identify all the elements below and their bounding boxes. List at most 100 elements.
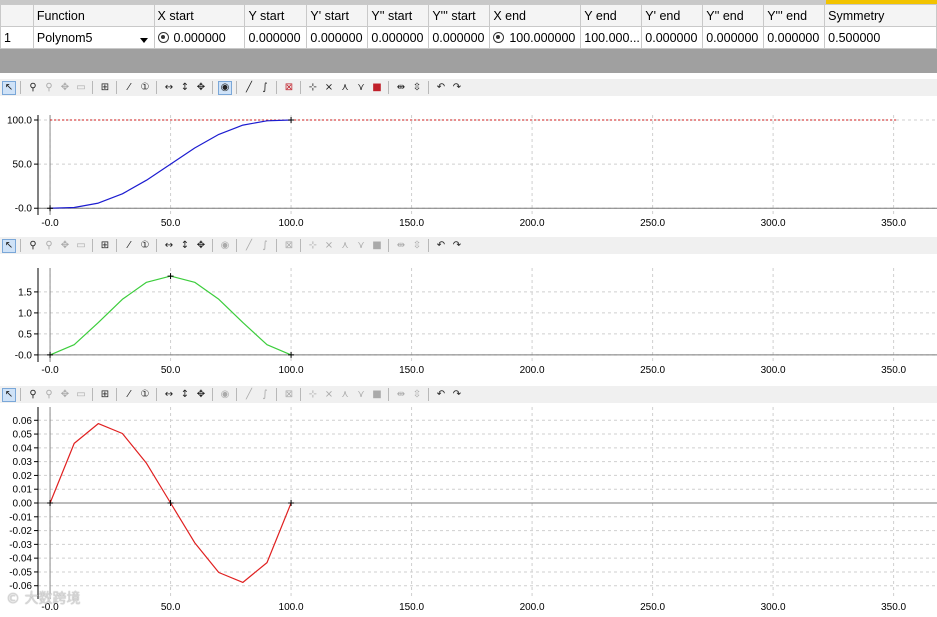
zoom-box-icon[interactable]: ▭ [74,239,88,253]
horizontal-arrows-icon[interactable]: ↔ [162,239,176,253]
move-icon[interactable]: ✥ [194,81,208,95]
y1-start-cell[interactable]: 0.000000 [306,26,369,49]
grid-icon[interactable]: ⊞ [98,239,112,253]
point-icon[interactable]: ◉ [218,239,232,253]
vertical-tangent-icon[interactable]: ⋎ [354,388,368,402]
horizontal-arrows-icon[interactable]: ↔ [162,81,176,95]
col-header-x-end[interactable]: X end [489,4,582,27]
info-icon[interactable]: ① [138,239,152,253]
stop-icon[interactable]: ■ [370,81,384,95]
grid-icon[interactable]: ⊞ [98,81,112,95]
undo-icon[interactable]: ↶ [434,388,448,402]
redo-icon[interactable]: ↷ [450,388,464,402]
expand-icon[interactable]: ⇹ [394,239,408,253]
redo-icon[interactable]: ↷ [450,81,464,95]
split-icon[interactable]: ⊹ [306,388,320,402]
gear-icon[interactable] [157,31,169,43]
line-segment-icon[interactable]: ╱ [242,81,256,95]
draw-line-icon[interactable]: ⁄ [122,239,136,253]
col-header-y1-start[interactable]: Y' start [306,4,369,27]
col-header-y3-end[interactable]: Y''' end [763,4,826,27]
y-start-cell[interactable]: 0.000000 [244,26,308,49]
undo-icon[interactable]: ↶ [434,239,448,253]
curve-icon[interactable]: ∫ [258,81,272,95]
zoom-box-icon[interactable]: ▭ [74,388,88,402]
velocity-chart[interactable]: -0.0 50.0 100.0 150.0 200.0 250.0 300.0 350.0 -0… [0,255,937,381]
pan-icon[interactable]: ✥ [58,239,72,253]
col-header-y2-end[interactable]: Y'' end [702,4,765,27]
zoom-in-icon[interactable]: ⚲ [26,388,40,402]
zoom-out-icon[interactable]: ⚲ [42,81,56,95]
col-header-index[interactable] [0,4,34,27]
col-header-symmetry[interactable]: Symmetry [824,4,937,27]
collapse-icon[interactable]: ⇳ [410,388,424,402]
join-icon[interactable]: ⨯ [322,81,336,95]
branch-icon[interactable]: ⋏ [338,388,352,402]
info-icon[interactable]: ① [138,388,152,402]
pointer-icon[interactable]: ↖ [2,80,16,95]
zoom-box-icon[interactable]: ▭ [74,81,88,95]
zoom-out-icon[interactable]: ⚲ [42,239,56,253]
function-select-cell[interactable]: Polynom5 [32,26,155,49]
expand-icon[interactable]: ⇹ [394,388,408,402]
point-icon[interactable]: ◉ [218,80,232,95]
redo-icon[interactable]: ↷ [450,239,464,253]
move-icon[interactable]: ✥ [194,388,208,402]
vertical-arrows-icon[interactable]: ↕ [178,388,192,402]
zoom-out-icon[interactable]: ⚲ [42,388,56,402]
y3-start-cell[interactable]: 0.000000 [428,26,491,49]
table-row[interactable]: 1 Polynom5 0.000000 0.000000 0.000000 0.… [0,26,937,49]
branch-icon[interactable]: ⋏ [338,239,352,253]
grid-icon[interactable]: ⊞ [98,388,112,402]
pointer-icon[interactable]: ↖ [2,387,16,402]
col-header-x-start[interactable]: X start [153,4,246,27]
vertical-arrows-icon[interactable]: ↕ [178,239,192,253]
horizontal-arrows-icon[interactable]: ↔ [162,388,176,402]
line-segment-icon[interactable]: ╱ [242,388,256,402]
delete-icon[interactable]: ⊠ [282,388,296,402]
branch-icon[interactable]: ⋏ [338,81,352,95]
undo-icon[interactable]: ↶ [434,81,448,95]
collapse-icon[interactable]: ⇳ [410,81,424,95]
draw-line-icon[interactable]: ⁄ [122,388,136,402]
chevron-down-icon[interactable] [139,35,149,45]
join-icon[interactable]: ⨯ [322,388,336,402]
split-icon[interactable]: ⊹ [306,81,320,95]
y3-end-cell[interactable]: 0.000000 [763,26,826,49]
x-start-cell[interactable]: 0.000000 [153,26,246,49]
col-header-function[interactable]: Function [32,4,155,27]
join-icon[interactable]: ⨯ [322,239,336,253]
vertical-arrows-icon[interactable]: ↕ [178,81,192,95]
expand-icon[interactable]: ⇹ [394,81,408,95]
pan-icon[interactable]: ✥ [58,81,72,95]
vertical-tangent-icon[interactable]: ⋎ [354,81,368,95]
collapse-icon[interactable]: ⇳ [410,239,424,253]
curve-icon[interactable]: ∫ [258,239,272,253]
draw-line-icon[interactable]: ⁄ [122,81,136,95]
acceleration-chart[interactable]: -0.0 50.0 100.0 150.0 200.0 250.0 300.0 350.00.… [0,404,937,614]
y2-end-cell[interactable]: 0.000000 [702,26,765,49]
x-end-cell[interactable]: 100.000000 [489,26,582,49]
vertical-tangent-icon[interactable]: ⋎ [354,239,368,253]
delete-icon[interactable]: ⊠ [282,239,296,253]
y2-start-cell[interactable]: 0.000000 [367,26,430,49]
split-icon[interactable]: ⊹ [306,239,320,253]
y-end-cell[interactable]: 100.000... [580,26,643,49]
symmetry-cell[interactable]: 0.500000 [824,26,937,49]
stop-icon[interactable]: ■ [370,239,384,253]
col-header-y3-start[interactable]: Y''' start [428,4,491,27]
line-segment-icon[interactable]: ╱ [242,239,256,253]
pointer-icon[interactable]: ↖ [2,238,16,253]
col-header-y-start[interactable]: Y start [244,4,308,27]
position-chart[interactable]: -0.0 50.0 100.0 150.0 200.0 250.0 300.0 350.0 -0… [0,97,937,232]
delete-icon[interactable]: ⊠ [282,81,296,95]
stop-icon[interactable]: ■ [370,388,384,402]
col-header-y1-end[interactable]: Y' end [641,4,704,27]
col-header-y2-start[interactable]: Y'' start [367,4,430,27]
row-index-cell[interactable]: 1 [0,26,34,49]
move-icon[interactable]: ✥ [194,239,208,253]
col-header-y-end[interactable]: Y end [580,4,643,27]
zoom-in-icon[interactable]: ⚲ [26,239,40,253]
point-icon[interactable]: ◉ [218,388,232,402]
pan-icon[interactable]: ✥ [58,388,72,402]
